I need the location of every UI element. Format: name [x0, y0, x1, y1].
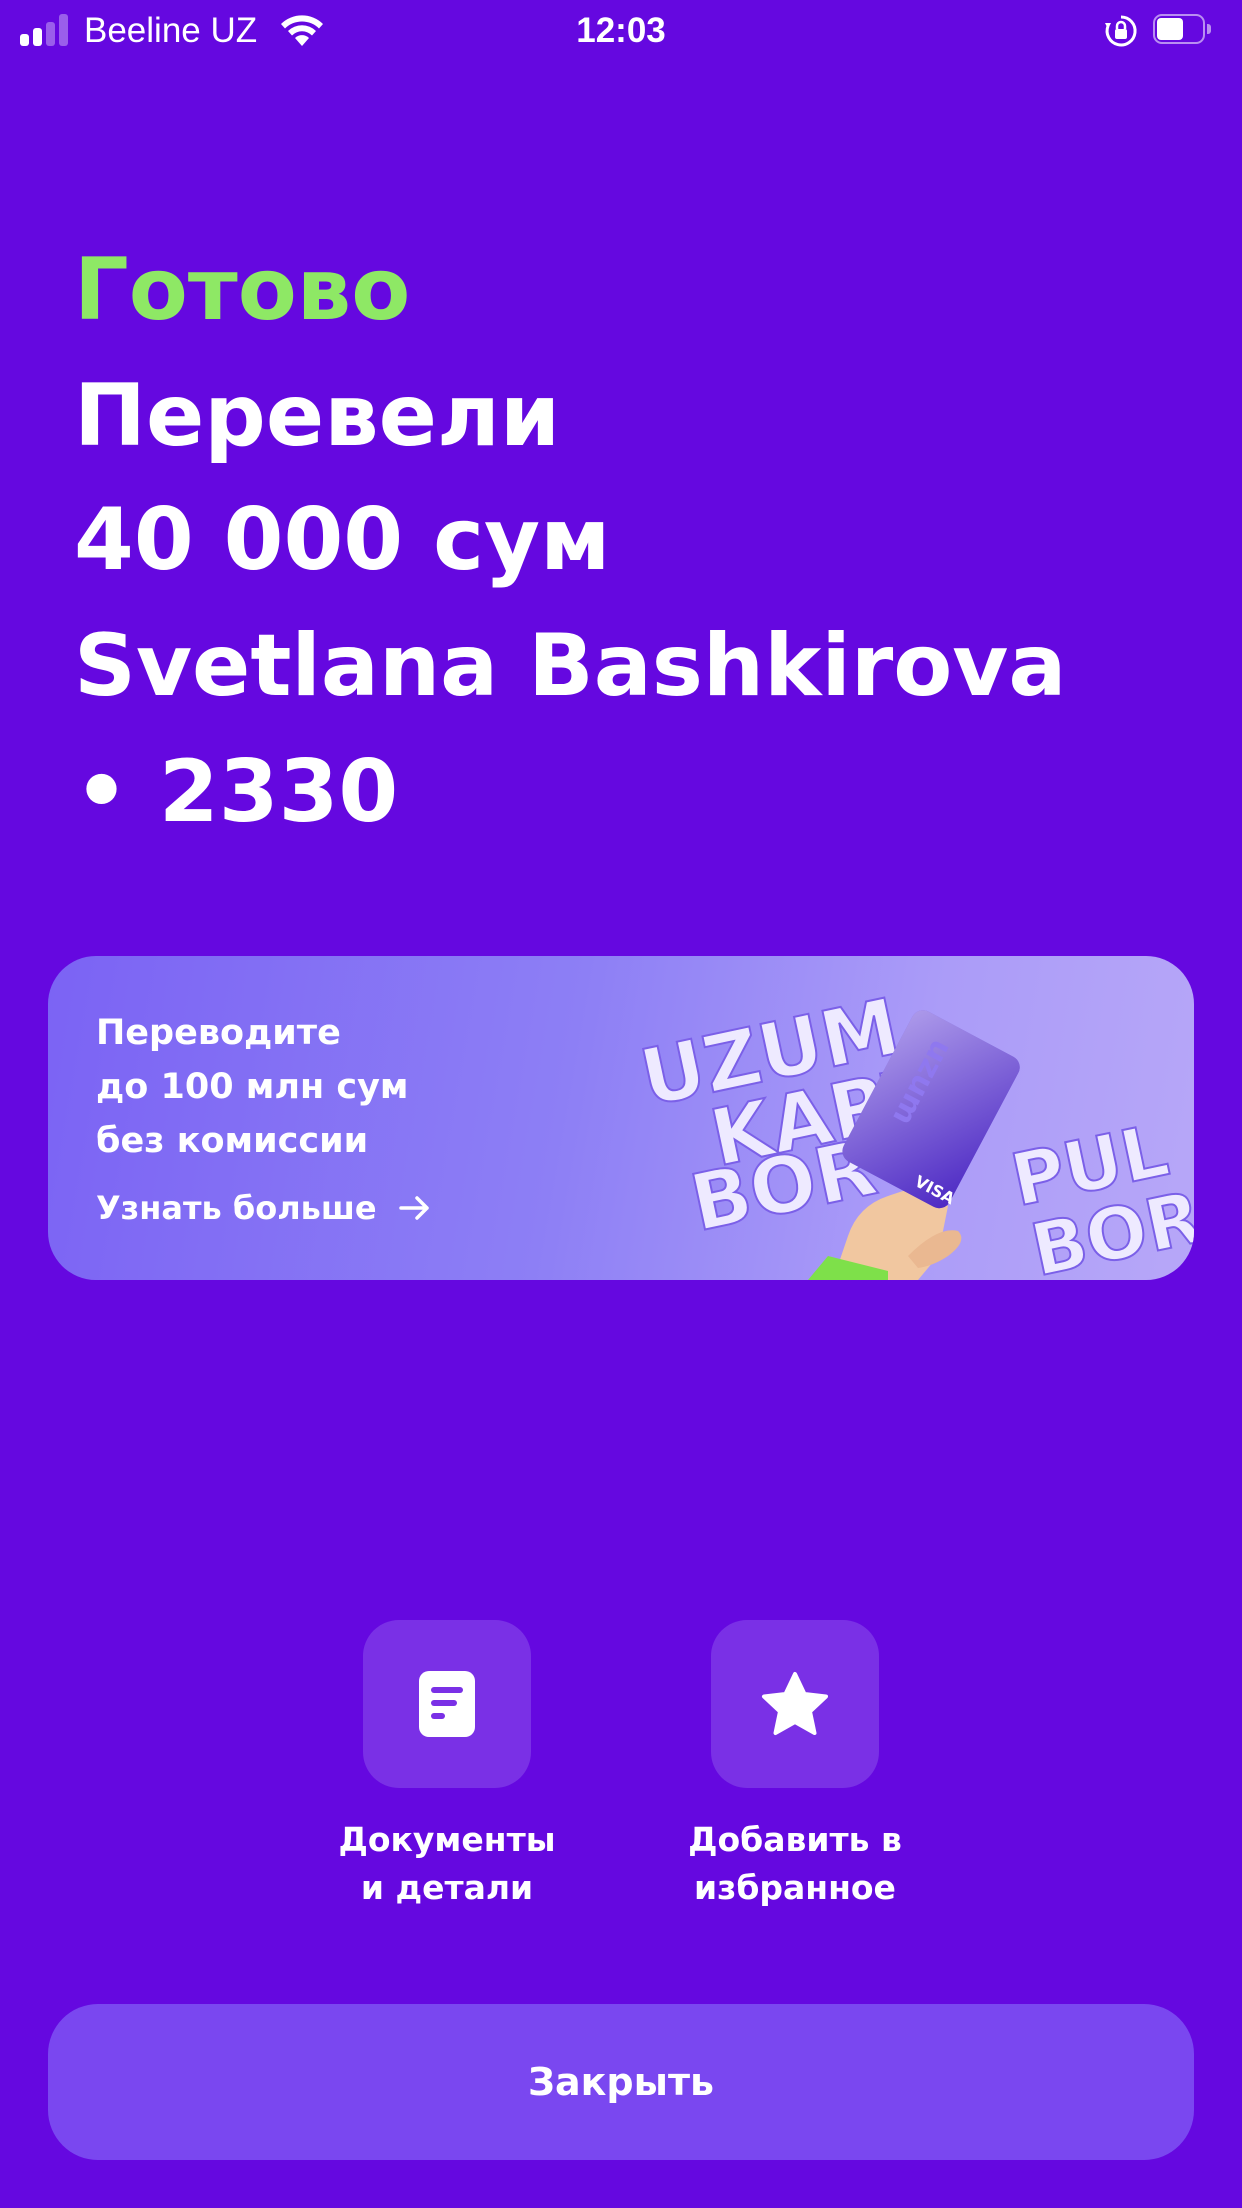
documents-tile[interactable]: [363, 1620, 531, 1788]
rotation-lock-icon: [1105, 15, 1137, 47]
recipient-card: • 2330: [74, 742, 399, 842]
favorite-tile[interactable]: [711, 1620, 879, 1788]
star-icon: [762, 1672, 828, 1735]
promo-illustration: UZUM KARTA BOR PUL BOR uzum VISA: [632, 981, 1194, 1280]
action-label-line: Документы: [338, 1820, 556, 1859]
action-label-line: и детали: [360, 1868, 534, 1907]
documents-label: Документы и детали: [297, 1816, 597, 1912]
action-label-line: избранное: [694, 1868, 896, 1907]
status-time: 12:03: [576, 11, 666, 50]
action-label-line: Добавить в: [688, 1820, 902, 1859]
documents-details-action[interactable]: Документы и детали: [297, 1620, 597, 1912]
document-icon: [419, 1671, 475, 1737]
status-bar: Beeline UZ 12:03: [0, 0, 1242, 62]
arrow-right-icon: [398, 1196, 429, 1220]
transfer-amount: 40 000 сум: [74, 490, 611, 590]
promo-line: до 100 млн сум: [96, 1067, 409, 1107]
promo-text: Переводите до 100 млн сум без комиссии: [96, 1006, 409, 1168]
promo-banner[interactable]: Переводите до 100 млн сум без комиссии У…: [48, 956, 1194, 1280]
learn-more-link[interactable]: Узнать больше: [96, 1186, 433, 1230]
promo-line: без комиссии: [96, 1121, 369, 1161]
battery-icon: [1153, 14, 1213, 46]
promo-line: Переводите: [96, 1013, 341, 1053]
learn-more-label: Узнать больше: [96, 1189, 377, 1227]
transfer-action-text: Перевели: [74, 366, 561, 466]
close-button[interactable]: Закрыть: [48, 2004, 1194, 2160]
favorite-label: Добавить в избранное: [645, 1816, 945, 1912]
add-favorite-action[interactable]: Добавить в избранное: [645, 1620, 945, 1912]
recipient-name: Svetlana Bashkirova: [74, 616, 1067, 716]
status-title: Готово: [74, 240, 411, 340]
